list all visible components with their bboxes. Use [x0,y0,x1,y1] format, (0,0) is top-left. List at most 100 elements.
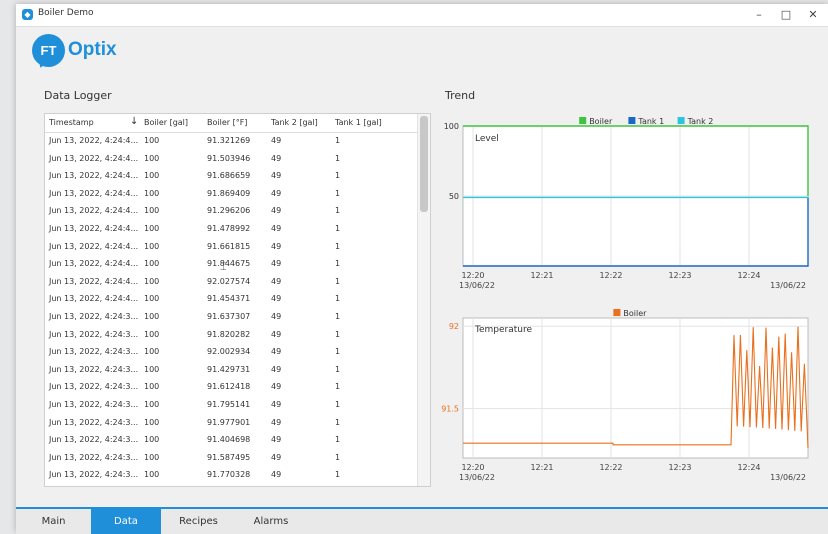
table-row[interactable]: Jun 13, 2022, 4:24:3... 100 91.404698 49 1 [45,432,415,450]
table-row[interactable]: Jun 13, 2022, 4:24:4... 100 91.478992 49 1 [45,221,415,239]
cell-tank1: 1 [335,364,341,374]
cell-timestamp: Jun 13, 2022, 4:24:4... [49,136,139,145]
cell-timestamp: Jun 13, 2022, 4:24:4... [49,153,139,163]
x-tick-label: 12:23 [668,463,691,472]
tab-main[interactable]: Main [16,509,91,534]
column-header-boiler-f[interactable]: Boiler [°F] [207,118,247,127]
sort-descending-icon[interactable]: ↓ [130,116,138,127]
level-chart: Boiler Tank 1 Tank 2 Level 10050 12:2013/0… [444,117,809,290]
table-row[interactable]: Jun 13, 2022, 4:24:4... 100 91.454371 49 1 [45,291,415,309]
x-end-date-label: 13/06/22 [770,473,806,482]
cell-boiler-f: 91.612418 [207,382,251,392]
table-row[interactable]: Jun 13, 2022, 4:24:4... 100 91.686659 49 1 [45,168,415,186]
logo-text: Optix [68,39,117,60]
maximize-button[interactable]: □ [773,6,799,24]
legend-label: Boiler [589,117,613,126]
cell-timestamp: Jun 13, 2022, 4:24:3... [49,435,139,445]
legend-label: Boiler [623,309,647,318]
cell-tank1: 1 [335,206,341,216]
cell-boiler-gal: 100 [144,294,160,304]
legend-swatch [677,117,685,124]
cell-boiler-f: 91.587495 [207,452,251,462]
cell-timestamp: Jun 13, 2022, 4:24:4... [49,224,139,233]
close-button[interactable]: ✕ [800,6,826,24]
cell-timestamp: Jun 13, 2022, 4:24:4... [49,188,139,198]
x-tick-label: 12:24 [737,271,760,280]
cell-tank2: 49 [271,400,282,409]
cell-boiler-gal: 100 [144,400,160,409]
cell-boiler-gal: 100 [144,136,160,145]
y-tick-label: 100 [444,122,459,131]
app-window: ◆ Boiler Demo – □ ✕ FT Optix Data Logger… [16,4,828,534]
cell-timestamp: Jun 13, 2022, 4:24:3... [49,452,139,462]
table-row[interactable]: Jun 13, 2022, 4:24:3... 100 91.820282 49 1 [45,327,415,345]
cell-tank2: 49 [271,364,282,374]
table-row[interactable]: Jun 13, 2022, 4:24:3... 100 91.612418 49 1 [45,379,415,397]
logo-badge: FT [32,34,65,67]
x-tick-label: 12:22 [599,271,622,280]
minimize-button[interactable]: – [746,6,772,24]
column-header-tank2[interactable]: Tank 2 [gal] [271,118,318,127]
table-row[interactable]: Jun 13, 2022, 4:24:3... 100 91.977901 49 1 [45,415,415,433]
legend-swatch [628,117,636,124]
y-tick-label: 91.5 [441,405,459,414]
column-header-tank1[interactable]: Tank 1 [gal] [335,118,382,127]
cell-tank2: 49 [271,470,282,480]
cell-tank2: 49 [271,136,282,145]
cell-timestamp: Jun 13, 2022, 4:24:4... [49,294,139,304]
table-row[interactable]: Jun 13, 2022, 4:24:3... 100 91.795141 49 1 [45,397,415,415]
cell-boiler-gal: 100 [144,347,160,357]
cell-boiler-gal: 100 [144,452,160,462]
x-tick-date-label: 13/06/22 [459,473,495,482]
table-row[interactable]: Jun 13, 2022, 4:24:3... 100 91.587495 49 1 [45,450,415,468]
cell-tank1: 1 [335,188,341,198]
cell-tank2: 49 [271,329,282,339]
cell-boiler-gal: 100 [144,153,160,163]
data-logger-table[interactable]: Timestamp ↓ Boiler [gal] Boiler [°F] Tan… [44,113,431,487]
cell-timestamp: Jun 13, 2022, 4:24:3... [49,312,139,321]
tab-alarms[interactable]: Alarms [236,509,306,534]
cell-tank1: 1 [335,294,341,304]
table-row[interactable]: Jun 13, 2022, 4:24:3... 100 91.429731 49 1 [45,362,415,380]
table-row[interactable]: Jun 13, 2022, 4:24:4... 100 91.296206 49 1 [45,203,415,221]
table-row[interactable]: Jun 13, 2022, 4:24:4... 100 91.321269 49 1 [45,133,415,151]
cell-tank2: 49 [271,382,282,392]
title-bar: ◆ Boiler Demo – □ ✕ [16,4,828,27]
legend-label: Tank 1 [637,117,664,126]
table-row[interactable]: Jun 13, 2022, 4:24:4... 100 91.661815 49 1 [45,239,415,257]
cell-tank1: 1 [335,153,341,163]
cell-boiler-f: 92.002934 [207,347,251,357]
cell-timestamp: Jun 13, 2022, 4:24:3... [49,417,139,427]
table-row[interactable]: Jun 13, 2022, 4:24:4... 100 91.503946 49 1 [45,151,415,169]
legend-swatch [579,117,587,124]
cell-timestamp: Jun 13, 2022, 4:24:4... [49,171,139,181]
cell-timestamp: Jun 13, 2022, 4:24:3... [49,364,139,374]
tab-data[interactable]: Data [91,509,161,534]
table-row[interactable]: Jun 13, 2022, 4:24:3... 100 92.002934 49 1 [45,344,415,362]
table-row[interactable]: Jun 13, 2022, 4:24:4... 100 91.844675 49 1 [45,256,415,274]
table-row[interactable]: Jun 13, 2022, 4:24:4... 100 92.027574 49 1 [45,274,415,292]
cell-tank1: 1 [335,259,341,269]
cell-boiler-f: 91.404698 [207,435,251,445]
cell-tank1: 1 [335,329,341,339]
table-row[interactable]: Jun 13, 2022, 4:24:3... 100 91.637307 49 1 [45,309,415,327]
column-header-timestamp[interactable]: Timestamp [49,118,94,127]
cell-tank2: 49 [271,206,282,216]
table-scrollbar[interactable] [417,114,430,486]
temperature-chart: Boiler Temperature 9291.5 12:2013/06/221… [441,309,809,482]
cell-boiler-gal: 100 [144,364,160,374]
tab-recipes[interactable]: Recipes [161,509,236,534]
table-row[interactable]: Jun 13, 2022, 4:24:3... 100 91.770328 49 1 [45,467,415,485]
cell-tank2: 49 [271,417,282,427]
cell-tank2: 49 [271,188,282,198]
y-tick-label: 92 [449,322,459,331]
cell-tank2: 49 [271,435,282,445]
cell-tank2: 49 [271,347,282,357]
cell-boiler-gal: 100 [144,382,160,392]
table-row[interactable]: Jun 13, 2022, 4:24:4... 100 91.869409 49 1 [45,186,415,204]
column-header-boiler-gal[interactable]: Boiler [gal] [144,118,188,127]
cell-tank2: 49 [271,241,282,251]
temperature-x-ticks: 12:2013/06/2212:21 12:22 12:23 12:2413/06/2… [459,463,806,482]
cell-timestamp: Jun 13, 2022, 4:24:4... [49,241,139,251]
scrollbar-thumb[interactable] [420,116,428,212]
